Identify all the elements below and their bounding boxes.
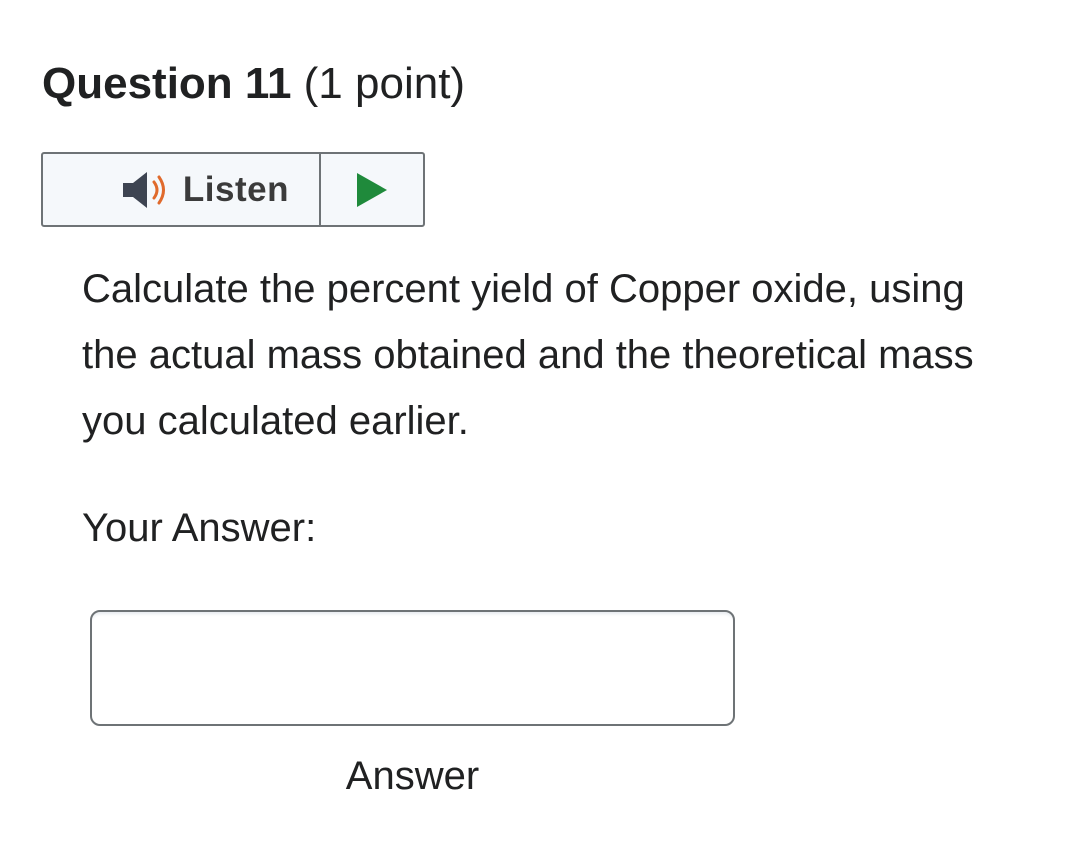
listen-button[interactable]: Listen [43,154,319,225]
listen-widget: Listen [41,152,425,227]
play-icon [357,172,387,207]
answer-label: Your Answer: [82,506,317,550]
question-text: Calculate the percent yield of Copper ox… [82,267,974,443]
question-points: (1 point) [303,59,466,108]
play-button[interactable] [321,154,423,225]
listen-label: Listen [182,169,289,209]
answer-input-caption: Answer [345,754,480,798]
question-header: Question 11 (1 point) [42,52,465,116]
question-number: Question 11 [42,59,292,108]
speaker-icon [122,171,165,208]
answer-input[interactable] [90,610,735,726]
